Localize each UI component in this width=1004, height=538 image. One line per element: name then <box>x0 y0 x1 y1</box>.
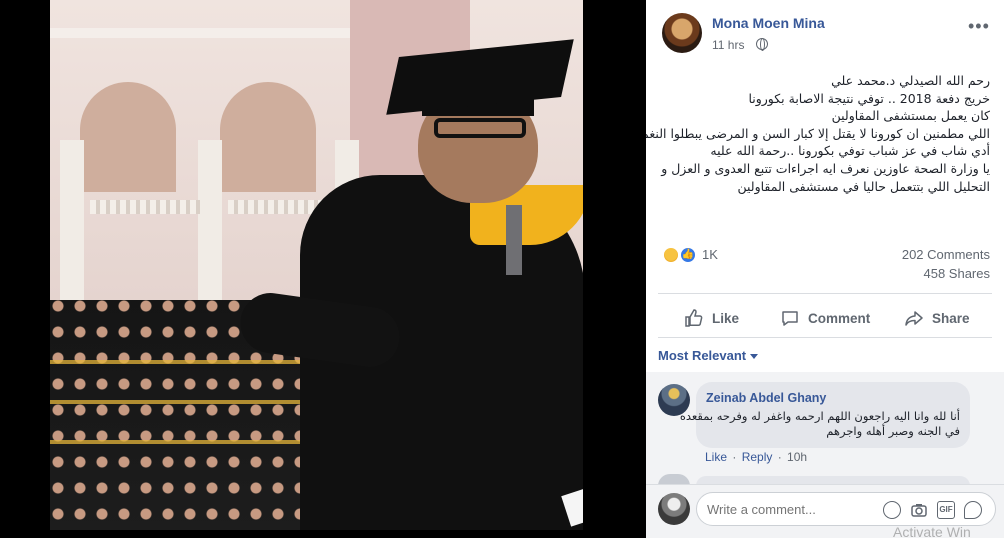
comment-button[interactable]: Comment <box>780 306 870 330</box>
post-text-line: خريج دفعة 2018 .. توفي نتيجة الاصابة بكو… <box>748 90 990 106</box>
emoji-icon[interactable] <box>883 501 901 519</box>
thumbs-up-icon <box>685 309 703 327</box>
separator-dot: · <box>774 450 786 464</box>
comment-meta: Like · Reply · 10h <box>705 450 807 464</box>
like-label: Like <box>712 310 740 326</box>
share-icon <box>905 311 923 326</box>
post-timestamp[interactable]: 11 hrs <box>712 38 744 52</box>
share-button[interactable]: Share <box>904 306 970 330</box>
comment-like-link[interactable]: Like <box>705 450 727 464</box>
cornice <box>50 28 390 38</box>
comment-text: أنا لله وانا اليه راجعون اللهم ارحمه واغ… <box>679 409 960 439</box>
comment-text-line: في الجنه وصبر أهله واجرهم <box>826 424 960 438</box>
column <box>60 140 84 300</box>
comment-bubble: Zeinab Abdel Ghany أنا لله وانا اليه راج… <box>679 382 970 448</box>
like-button[interactable]: Like <box>684 306 739 330</box>
comment-sort-dropdown[interactable]: Most Relevant <box>658 348 759 363</box>
arch-right <box>220 82 316 192</box>
sad-reaction-icon[interactable] <box>662 246 680 264</box>
post-text-line: يا وزارة الصحة عاوزين نعرف ايه اجراءات ت… <box>661 160 990 176</box>
gif-icon[interactable]: GIF <box>937 501 955 519</box>
activate-windows-watermark: Activate Win <box>893 524 971 538</box>
commenter-name[interactable]: Zeinab Abdel Ghany <box>706 391 826 405</box>
balustrade <box>90 200 200 214</box>
share-label: Share <box>932 310 970 326</box>
comment-timestamp[interactable]: 10h <box>787 450 807 464</box>
comment-text-line: أنا لله وانا اليه راجعون اللهم ارحمه واغ… <box>679 409 960 423</box>
post-sidebar: Mona Moen Mina 11 hrs ••• رحم الله الصيد… <box>646 0 1004 538</box>
comment-sort-label: Most Relevant <box>658 348 747 363</box>
glasses <box>434 118 526 138</box>
arch-left <box>80 82 176 192</box>
comment-input[interactable] <box>707 502 867 517</box>
separator-dot: · <box>729 450 740 464</box>
globe-icon <box>756 38 768 51</box>
comments-count[interactable]: 202 Comments <box>902 247 990 262</box>
post-text-line: التحليل اللي بتتعمل حاليا في مستشفى المق… <box>737 178 990 194</box>
shares-count[interactable]: 458 Shares <box>924 266 991 281</box>
post-text-line: أدي شاب في عز شباب توفي بكورونا ..رحمة ا… <box>710 143 990 159</box>
current-user-avatar <box>658 493 690 525</box>
post-text-line: اللي مطمنين ان كورونا لا يقتل إلا كبار ا… <box>646 125 990 141</box>
comment-reply-link[interactable]: Reply <box>742 450 773 464</box>
photo-panel[interactable] <box>0 0 646 538</box>
reactions-count[interactable]: 1K <box>702 247 718 262</box>
camera-icon[interactable] <box>910 501 928 519</box>
column <box>198 140 222 300</box>
author-name[interactable]: Mona Moen Mina <box>712 15 825 31</box>
comment-label: Comment <box>808 310 871 326</box>
post-text: رحم الله الصيدلي د.محمد علي خريج دفعة 20… <box>646 72 990 195</box>
divider <box>658 337 992 338</box>
tie <box>506 205 522 275</box>
photo-viewer: Mona Moen Mina 11 hrs ••• رحم الله الصيد… <box>0 0 1004 538</box>
caret-down-icon <box>750 354 759 360</box>
sticker-icon[interactable] <box>964 501 982 519</box>
more-options-button[interactable]: ••• <box>968 16 990 37</box>
comment-icon <box>782 311 798 326</box>
comment-box[interactable]: GIF <box>696 492 996 526</box>
like-reaction-icon[interactable]: 👍 <box>679 246 697 264</box>
post-text-line: كان يعمل بمستشفى المقاولين <box>831 108 990 124</box>
divider <box>658 293 992 294</box>
author-avatar[interactable] <box>662 13 702 53</box>
post-text-line: رحم الله الصيدلي د.محمد علي <box>831 73 990 88</box>
graduation-photo[interactable] <box>50 0 583 530</box>
